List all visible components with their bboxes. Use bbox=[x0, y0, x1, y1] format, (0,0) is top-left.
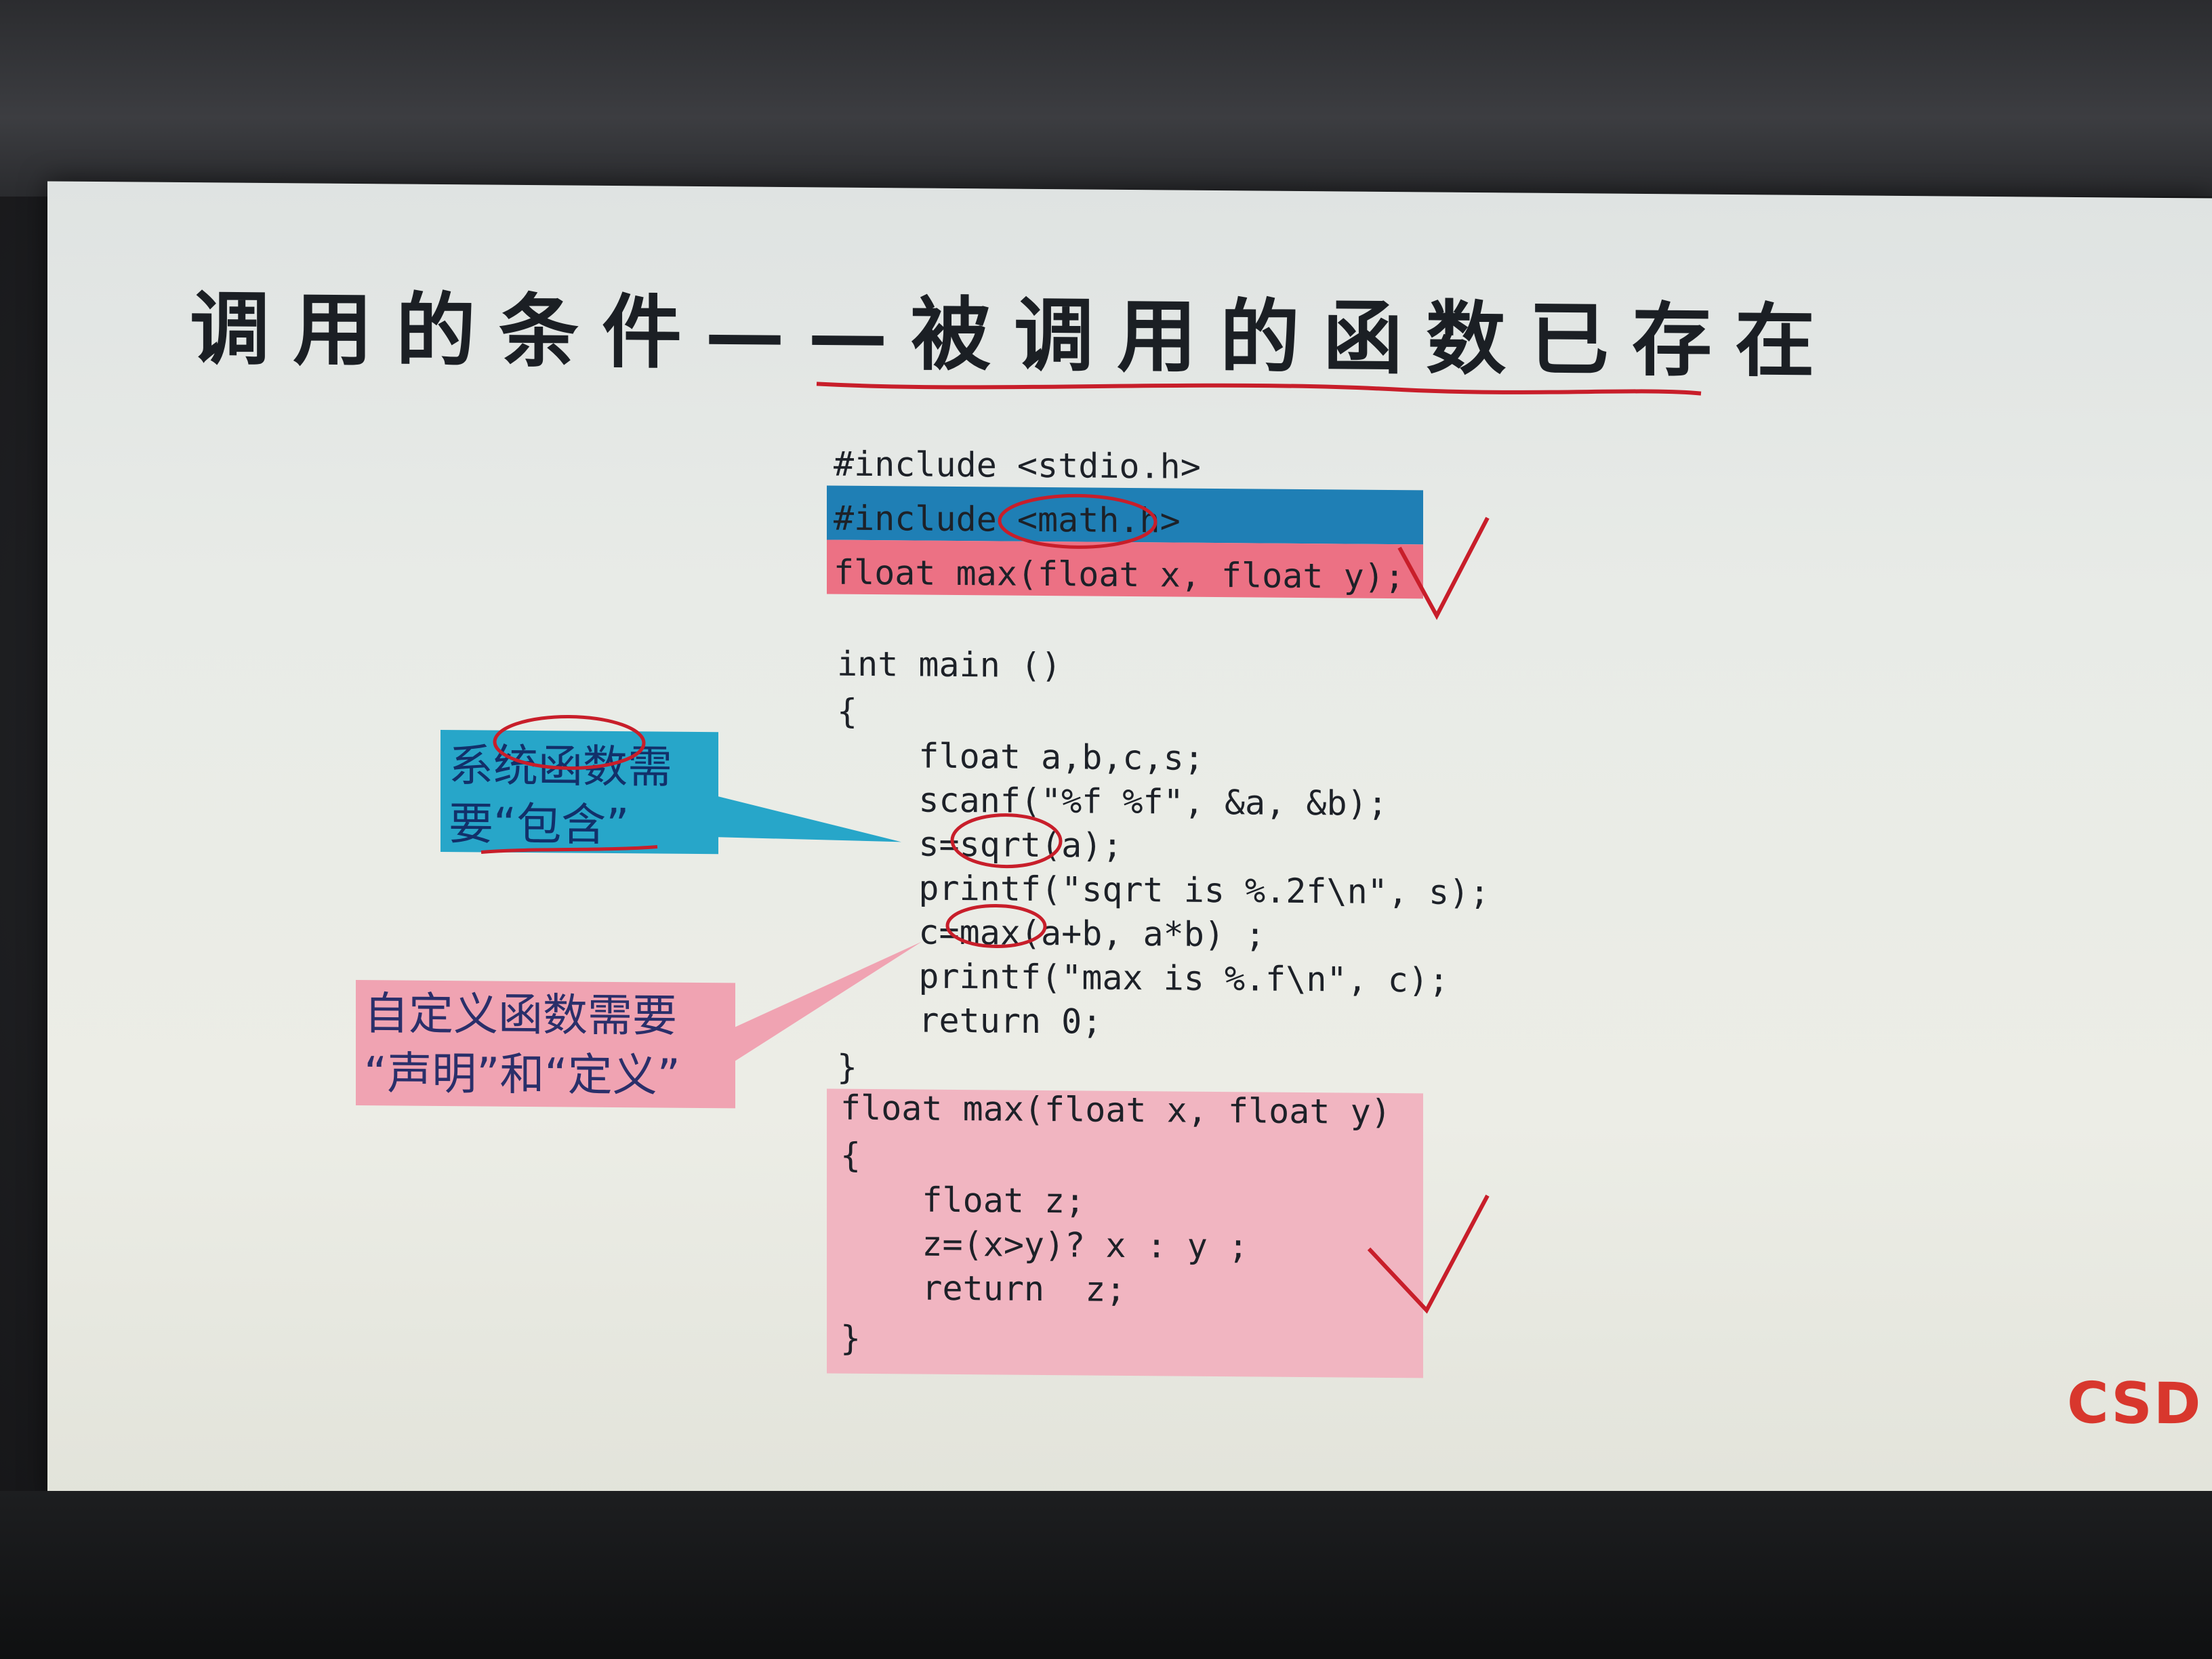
callout-underline-mark bbox=[480, 845, 658, 854]
callout-circle-mark bbox=[493, 714, 646, 771]
sqrt-circle-mark bbox=[950, 813, 1063, 869]
slide-screen: 调用的条件——被调用的函数已存在 #include <stdio.h> #inc… bbox=[47, 181, 2212, 1520]
callout-custom-pointer bbox=[735, 941, 922, 1061]
monitor-bezel-top bbox=[0, 0, 2212, 197]
max-circle-mark bbox=[945, 903, 1047, 948]
definition-check-mark bbox=[1367, 1194, 1490, 1314]
title-underline-mark bbox=[816, 382, 1702, 396]
annotation-overlay bbox=[480, 382, 1702, 1314]
math-h-circle-mark bbox=[998, 493, 1158, 549]
callout-system-pointer bbox=[718, 796, 901, 842]
monitor-bezel-bottom bbox=[0, 1491, 2212, 1659]
declaration-check-mark bbox=[1397, 516, 1490, 620]
